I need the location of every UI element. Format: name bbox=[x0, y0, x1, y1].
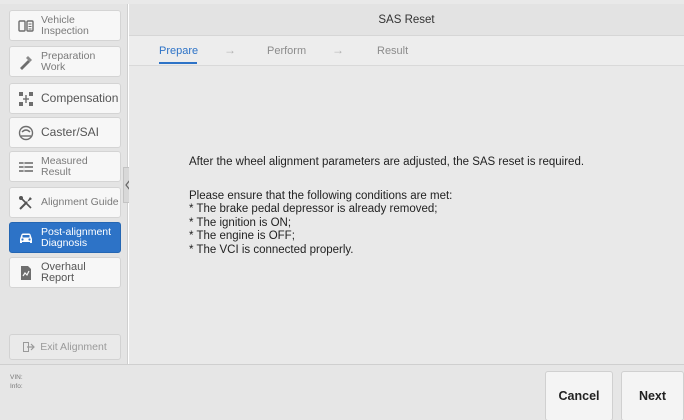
sidebar-item-label: Compensation bbox=[41, 91, 119, 105]
conditions-heading: Please ensure that the following conditi… bbox=[189, 189, 453, 202]
sidebar: Vehicle Inspection Preparation Work Comp… bbox=[0, 4, 128, 364]
sidebar-item-measured-result[interactable]: Measured Result bbox=[9, 151, 121, 182]
preparation-icon bbox=[18, 54, 34, 70]
sidebar-item-preparation-work[interactable]: Preparation Work bbox=[9, 46, 121, 77]
exit-alignment-label: Exit Alignment bbox=[40, 341, 107, 353]
condition-item: * The VCI is connected properly. bbox=[189, 243, 354, 256]
bottom-bar: VIN: Info: Cancel Next bbox=[0, 364, 684, 420]
sidebar-item-label: Measured Result bbox=[41, 154, 88, 178]
sidebar-item-overhaul-report[interactable]: Overhaul Report bbox=[9, 257, 121, 288]
condition-item: * The engine is OFF; bbox=[189, 230, 295, 242]
active-step-indicator bbox=[159, 62, 197, 64]
car-icon bbox=[18, 230, 34, 246]
sidebar-item-label: Caster/SAI bbox=[41, 125, 100, 139]
sidebar-item-vehicle-inspection[interactable]: Vehicle Inspection bbox=[9, 10, 121, 41]
compensation-icon bbox=[18, 91, 34, 107]
sidebar-item-caster-sai[interactable]: Caster/SAI bbox=[9, 117, 121, 148]
step-arrow-icon: → bbox=[224, 43, 236, 57]
sidebar-item-compensation[interactable]: Compensation bbox=[9, 83, 121, 114]
exit-icon bbox=[23, 342, 36, 352]
vehicle-inspection-icon bbox=[18, 18, 34, 34]
sidebar-item-label: Preparation Work bbox=[41, 49, 96, 73]
main-panel: SAS Reset Prepare → Perform → Result Aft… bbox=[129, 4, 684, 364]
intro-text: After the wheel alignment parameters are… bbox=[189, 156, 585, 168]
step-arrow-icon: → bbox=[332, 43, 344, 57]
sidebar-item-label: Vehicle Inspection bbox=[41, 13, 89, 37]
measured-result-icon bbox=[18, 159, 34, 175]
report-icon bbox=[18, 265, 34, 281]
caster-icon bbox=[18, 125, 34, 141]
vin-label: VIN: bbox=[10, 374, 23, 381]
condition-item: * The brake pedal depressor is already r… bbox=[189, 203, 438, 215]
sidebar-item-alignment-guide[interactable]: Alignment Guide bbox=[9, 187, 121, 218]
step-perform[interactable]: Perform bbox=[267, 45, 306, 57]
sidebar-item-label: Overhaul Report bbox=[41, 260, 86, 284]
alignment-guide-icon bbox=[18, 195, 34, 211]
sidebar-item-post-alignment-diagnosis[interactable]: Post-alignment Diagnosis bbox=[9, 222, 121, 253]
exit-alignment-button[interactable]: Exit Alignment bbox=[9, 334, 121, 360]
condition-item: * The ignition is ON; bbox=[189, 216, 292, 229]
step-result[interactable]: Result bbox=[377, 45, 408, 57]
instructions: After the wheel alignment parameters are… bbox=[189, 156, 669, 257]
step-prepare[interactable]: Prepare bbox=[159, 45, 198, 57]
page-title: SAS Reset bbox=[129, 4, 684, 36]
sidebar-item-label: Alignment Guide bbox=[41, 196, 119, 208]
info-label: Info: bbox=[10, 383, 23, 390]
vehicle-info: VIN: Info: bbox=[10, 373, 23, 391]
sidebar-item-label: Post-alignment Diagnosis bbox=[41, 225, 112, 249]
step-tabs: Prepare → Perform → Result bbox=[129, 36, 684, 66]
cancel-button[interactable]: Cancel bbox=[545, 371, 613, 420]
next-button[interactable]: Next bbox=[621, 371, 684, 420]
